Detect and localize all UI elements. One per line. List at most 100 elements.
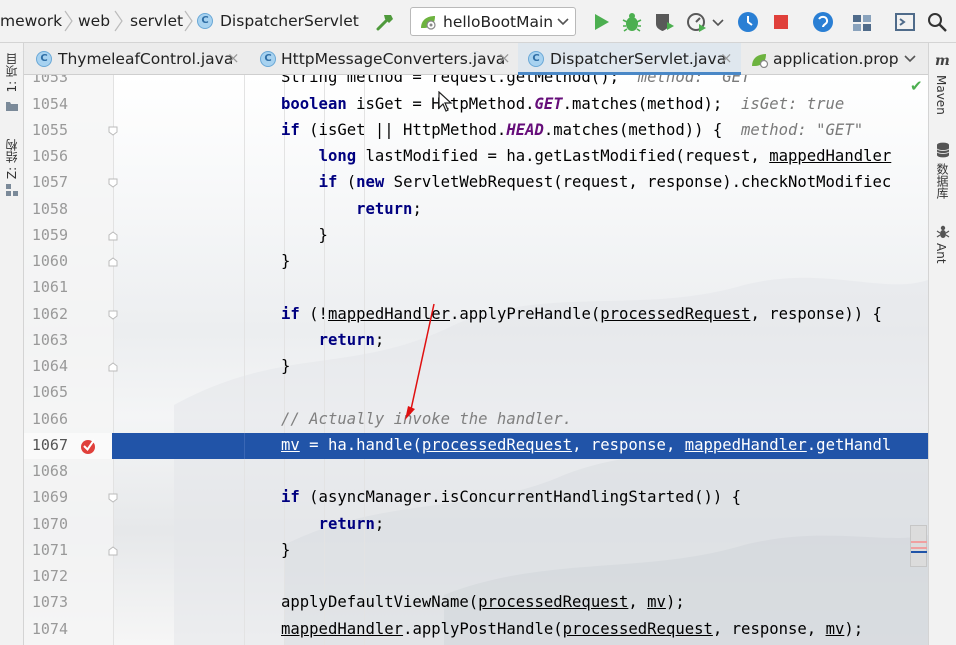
- chevron-right-icon: [184, 10, 193, 32]
- close-icon[interactable]: ×: [720, 49, 733, 67]
- code-line: 1068: [24, 459, 928, 485]
- project-tool-label: 1: 项目: [5, 53, 19, 93]
- database-tool-tab[interactable]: 数据库: [934, 163, 951, 199]
- breadcrumb-item-servlet[interactable]: servlet: [130, 12, 183, 30]
- code-line: 1072: [24, 564, 928, 590]
- code-text: if (new ServletWebRequest(request, respo…: [318, 173, 892, 191]
- ant-tool-tab[interactable]: Ant: [934, 243, 948, 264]
- stop-icon[interactable]: [770, 11, 792, 33]
- breadcrumb-item-web[interactable]: web: [78, 12, 110, 30]
- scrollbar-error-marker: [911, 547, 927, 549]
- line-number: 1059: [31, 226, 68, 244]
- run-icon[interactable]: [590, 11, 612, 33]
- maven-tool-label: Maven: [934, 75, 948, 115]
- code-editor[interactable]: 1053 String method = request.getMethod()…: [24, 75, 928, 645]
- breadcrumb-item-framework[interactable]: mework: [0, 12, 62, 30]
- fold-marker-icon[interactable]: [108, 126, 118, 136]
- chevron-down-icon[interactable]: [904, 55, 916, 63]
- terminal-window-icon[interactable]: [894, 11, 916, 33]
- keyword-token: if: [281, 488, 300, 506]
- code-line: 1065: [24, 380, 928, 406]
- code-line: 1062 if (!mappedHandler.applyPreHandle(p…: [24, 302, 928, 328]
- chevron-down-icon[interactable]: [712, 19, 724, 27]
- navigation-bar: mework web servlet C DispatcherServlet h…: [0, 0, 956, 43]
- inline-debug-value: isGet: true: [741, 95, 845, 113]
- tab-dispatcherservlet[interactable]: C DispatcherServlet.java ×: [518, 43, 741, 76]
- close-icon[interactable]: ×: [498, 49, 511, 67]
- project-structure-icon[interactable]: [851, 11, 873, 33]
- attach-debugger-icon[interactable]: [737, 11, 759, 33]
- line-number: 1056: [31, 147, 68, 165]
- line-number: 1066: [31, 410, 68, 428]
- database-icon: [936, 142, 950, 158]
- fold-marker-icon[interactable]: [108, 546, 118, 556]
- fold-marker-icon[interactable]: [108, 231, 118, 241]
- fold-marker-icon[interactable]: [108, 310, 118, 320]
- code-token: processedRequest: [600, 305, 751, 323]
- code-token: mappedHandler: [769, 147, 892, 165]
- class-icon: C: [528, 51, 544, 67]
- breakpoint-icon[interactable]: [79, 437, 97, 455]
- code-token: String method = request.getMethod();: [281, 75, 619, 86]
- profiler-icon[interactable]: [686, 11, 708, 33]
- build-hammer-icon[interactable]: [374, 11, 396, 33]
- line-number: 1074: [31, 620, 68, 638]
- code-line: 1055 if (isGet || HttpMethod.HEAD.matche…: [24, 118, 928, 144]
- line-number: 1064: [31, 357, 68, 375]
- update-app-icon[interactable]: [812, 11, 834, 33]
- breadcrumb-item-dispatcherservlet[interactable]: DispatcherServlet: [220, 12, 359, 30]
- keyword-token: new: [356, 173, 385, 191]
- right-tool-strip: m Maven 数据库 Ant: [928, 43, 956, 645]
- left-tool-strip: 1: 项目 Z: 结构: [0, 43, 24, 645]
- code-token: mv: [825, 620, 845, 638]
- structure-tool-tab[interactable]: Z: 结构: [3, 139, 20, 179]
- keyword-token: if: [318, 173, 338, 191]
- line-number: 1054: [31, 95, 68, 113]
- annotation-arrow-icon: [405, 303, 435, 420]
- maven-tool-tab[interactable]: Maven: [934, 75, 948, 115]
- tab-thymeleafcontrol[interactable]: C ThymeleafControl.java ×: [24, 43, 248, 75]
- code-line: 1060 }: [24, 249, 928, 275]
- line-number: 1069: [31, 488, 68, 506]
- code-text: return;: [356, 200, 422, 218]
- tab-application-properties[interactable]: application.prop: [744, 43, 899, 75]
- keyword-token: if: [281, 305, 300, 323]
- fold-marker-icon[interactable]: [108, 493, 118, 503]
- line-number: 1061: [31, 278, 68, 296]
- database-tool-label: 数据库: [935, 163, 949, 199]
- inline-debug-value: method: "GET": [637, 75, 760, 86]
- project-tool-tab[interactable]: 1: 项目: [3, 53, 20, 93]
- fold-marker-icon[interactable]: [108, 178, 118, 188]
- tab-httpmessageconverters[interactable]: C HttpMessageConverters.java ×: [250, 43, 518, 75]
- code-line: 1056 long lastModified = ha.getLastModif…: [24, 144, 928, 170]
- code-line: 1059 }: [24, 223, 928, 249]
- code-line: 1070 return;: [24, 512, 928, 538]
- code-text: mappedHandler.applyPostHandle(processedR…: [281, 620, 864, 638]
- code-line: 1069 if (asyncManager.isConcurrentHandli…: [24, 485, 928, 511]
- code-token: mv: [281, 436, 300, 454]
- keyword-token: return: [318, 331, 375, 349]
- code-line: 1061: [24, 275, 928, 301]
- editor-tab-bar: C ThymeleafControl.java × C HttpMessageC…: [24, 43, 928, 76]
- code-token: processedRequest: [562, 620, 713, 638]
- line-number: 1058: [31, 200, 68, 218]
- constant-token: GET: [534, 95, 563, 113]
- search-icon[interactable]: [926, 11, 948, 33]
- scrollbar-thumb[interactable]: [910, 525, 927, 567]
- line-number: 1057: [31, 173, 68, 191]
- fold-marker-icon[interactable]: [108, 257, 118, 267]
- code-line: 1063 return;: [24, 328, 928, 354]
- class-icon: C: [197, 13, 213, 29]
- code-line: 1073 applyDefaultViewName(processedReque…: [24, 590, 928, 616]
- line-number: 1062: [31, 305, 68, 323]
- spring-boot-icon: [421, 16, 436, 30]
- folder-icon: [6, 102, 18, 111]
- code-token: processedRequest: [421, 436, 573, 454]
- class-icon: C: [36, 51, 52, 67]
- debug-bug-icon[interactable]: [621, 11, 643, 33]
- coverage-shield-icon[interactable]: [653, 11, 675, 33]
- run-configuration-select[interactable]: helloBootMain: [410, 7, 576, 36]
- close-icon[interactable]: ×: [227, 49, 240, 67]
- fold-marker-icon[interactable]: [108, 362, 118, 372]
- code-text: if (isGet || HttpMethod.HEAD.matches(met…: [281, 121, 864, 139]
